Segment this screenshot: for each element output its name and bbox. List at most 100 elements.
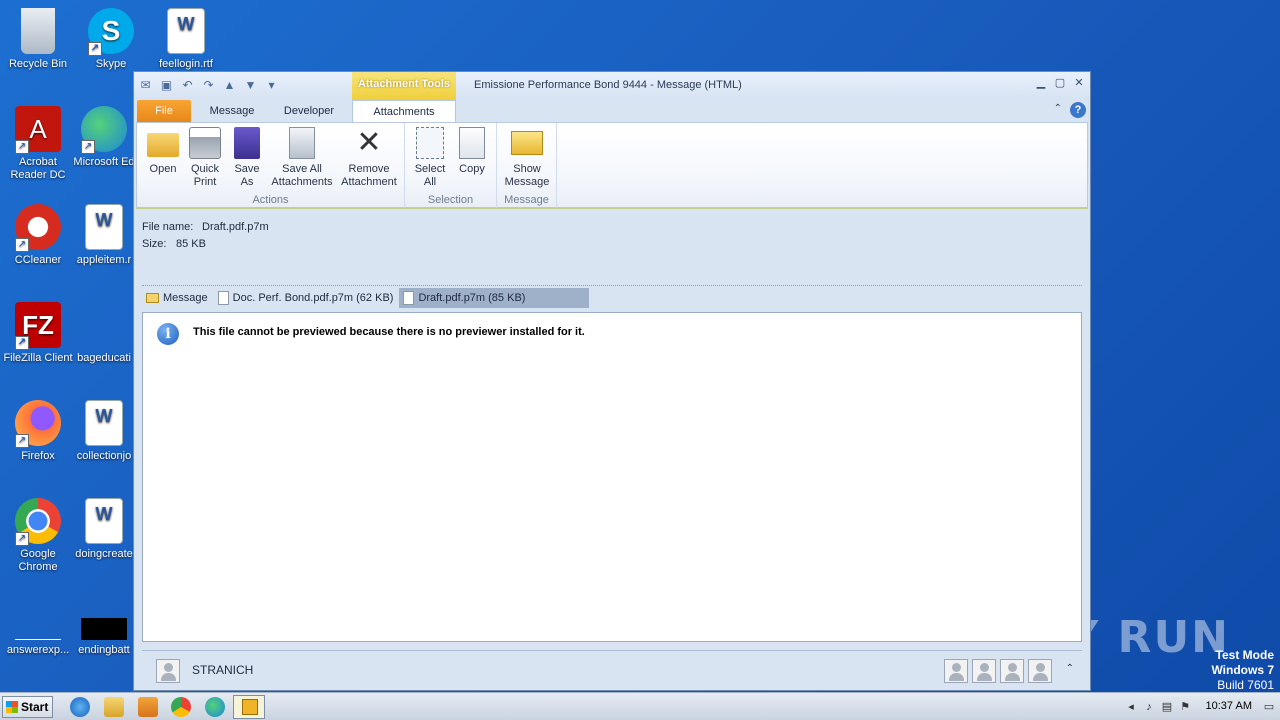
- word-document-icon: W: [85, 400, 123, 446]
- ribbon-group-selection: Select All Copy Selection: [405, 123, 497, 208]
- undo-icon[interactable]: ↶: [180, 78, 195, 93]
- outlook-envelope-icon[interactable]: ✉: [138, 78, 153, 93]
- desktop-icon-chrome[interactable]: ↗ Google Chrome: [0, 498, 76, 574]
- attachment-tab-doc-perf-bond[interactable]: Doc. Perf. Bond.pdf.p7m (62 KB): [214, 288, 400, 308]
- size-label: Size:: [142, 238, 167, 250]
- edge-icon: ↗: [81, 106, 127, 154]
- ccleaner-icon: ↗: [15, 204, 61, 252]
- desktop-icon-edge[interactable]: ↗ Microsoft Ed: [73, 106, 135, 169]
- show-hidden-icons-icon[interactable]: ◂: [1124, 700, 1138, 714]
- taskbar-outlook-button[interactable]: [233, 695, 265, 719]
- desktop-icon-endingbatt[interactable]: endingbatt: [73, 618, 135, 657]
- button-label: Quick: [190, 163, 220, 175]
- file-explorer-icon[interactable]: [104, 697, 124, 717]
- desktop-icon-firefox[interactable]: ↗ Firefox: [0, 400, 76, 463]
- sender-name[interactable]: STRANICH: [192, 663, 253, 677]
- redo-icon[interactable]: ↷: [201, 78, 216, 93]
- network-icon[interactable]: ▤: [1160, 700, 1174, 714]
- desktop-icon-label: feellogin.rtf: [159, 58, 213, 70]
- desktop-icon-label: Skype: [95, 58, 127, 70]
- recycle-bin-icon: [21, 8, 55, 54]
- minimize-icon[interactable]: ▁: [1034, 77, 1048, 89]
- desktop-icon-bageducati[interactable]: bageducati: [73, 302, 135, 365]
- help-icon[interactable]: ?: [1070, 102, 1086, 118]
- attachment-tab-message[interactable]: Message: [142, 288, 214, 308]
- save-as-button[interactable]: Save As: [227, 127, 267, 189]
- close-icon[interactable]: ✕: [1072, 77, 1086, 89]
- skype-icon: S ↗: [88, 8, 134, 56]
- tab-developer[interactable]: Developer: [274, 100, 344, 122]
- desktop-icon-label: answerexp...: [6, 644, 70, 656]
- select-all-button[interactable]: Select All: [409, 127, 451, 189]
- blank-file-icon: [15, 618, 61, 640]
- customize-toolbar-icon[interactable]: ▾: [264, 78, 279, 93]
- desktop-icon-acrobat[interactable]: A ↗ Acrobat Reader DC: [0, 106, 76, 182]
- edge-icon[interactable]: [205, 697, 225, 717]
- expand-people-pane-icon[interactable]: ⌃: [1066, 663, 1074, 674]
- desktop-icon-skype[interactable]: S ↗ Skype: [73, 8, 149, 71]
- volume-icon[interactable]: ♪: [1142, 700, 1156, 714]
- desktop-icon-ccleaner[interactable]: ↗ CCleaner: [0, 204, 76, 267]
- ribbon-tabs: File Message Developer Attachments: [134, 100, 1090, 122]
- show-desktop-icon[interactable]: ▭: [1262, 700, 1276, 714]
- os-line: Windows 7: [1211, 663, 1274, 677]
- save-icon[interactable]: ▣: [159, 78, 174, 93]
- avatar[interactable]: [1000, 659, 1024, 683]
- attachment-tab-draft[interactable]: Draft.pdf.p7m (85 KB): [399, 288, 590, 308]
- ribbon: Open Quick Print Save As Save All Attach…: [136, 122, 1088, 209]
- desktop-icon-label: appleitem.r: [76, 254, 132, 266]
- action-center-flag-icon[interactable]: ⚑: [1178, 700, 1192, 714]
- desktop-icon-feellogin[interactable]: W feellogin.rtf: [148, 8, 224, 71]
- show-message-button[interactable]: Show Message: [501, 127, 553, 189]
- attachment-preview-pane: i This file cannot be previewed because …: [142, 312, 1082, 642]
- quick-access-toolbar: ✉ ▣ ↶ ↷ ▲ ▼ ▾: [138, 78, 279, 93]
- down-arrow-icon[interactable]: ▼: [243, 78, 258, 93]
- maximize-icon[interactable]: ▢: [1053, 77, 1067, 89]
- button-label: Attachment: [341, 176, 397, 188]
- chrome-icon[interactable]: [171, 697, 191, 717]
- preview-message: This file cannot be previewed because th…: [193, 326, 585, 338]
- button-label: Attachments: [271, 176, 333, 188]
- desktop-icon-label: bageducati: [77, 352, 131, 364]
- avatar[interactable]: [944, 659, 968, 683]
- clock[interactable]: 10:37 AM: [1206, 700, 1252, 712]
- media-player-icon[interactable]: [138, 697, 158, 717]
- start-button[interactable]: Start: [2, 696, 53, 718]
- window-controls: ▁ ▢ ✕: [1034, 77, 1086, 89]
- desktop-icon-filezilla[interactable]: FZ ↗ FileZilla Client: [0, 302, 76, 365]
- open-button[interactable]: Open: [143, 127, 183, 176]
- avatar[interactable]: [156, 659, 180, 683]
- avatar[interactable]: [1028, 659, 1052, 683]
- attachment-tools-group: Attachment Tools: [352, 72, 456, 100]
- printer-icon: [189, 127, 221, 159]
- desktop-icon-doingcreate[interactable]: W doingcreate: [73, 498, 135, 561]
- desktop-icon-recycle-bin[interactable]: Recycle Bin: [0, 8, 76, 71]
- desktop-icon-label: Microsoft Ed: [73, 156, 135, 168]
- quick-print-button[interactable]: Quick Print: [185, 127, 225, 189]
- save-all-attachments-button[interactable]: Save All Attachments: [267, 127, 337, 189]
- minimize-ribbon-icon[interactable]: ⌃: [1054, 103, 1062, 114]
- button-label: All: [423, 176, 437, 188]
- title-bar: ✉ ▣ ↶ ↷ ▲ ▼ ▾ Attachment Tools Emissione…: [134, 72, 1090, 100]
- desktop-icon-answerexp[interactable]: answerexp...: [0, 618, 76, 657]
- copy-button[interactable]: Copy: [451, 127, 493, 176]
- button-label: Remove: [348, 163, 390, 175]
- desktop-icon-collectionjo[interactable]: W collectionjo: [73, 400, 135, 463]
- avatar[interactable]: [972, 659, 996, 683]
- remove-attachment-button[interactable]: ✕ Remove Attachment: [335, 127, 403, 189]
- attachment-tabs: Message Doc. Perf. Bond.pdf.p7m (62 KB) …: [142, 288, 590, 308]
- tab-file[interactable]: File: [137, 100, 191, 122]
- select-all-icon: [416, 127, 444, 159]
- folder-open-icon: [147, 133, 179, 157]
- button-label: Select: [414, 163, 446, 175]
- internet-explorer-icon[interactable]: [70, 697, 90, 717]
- word-document-icon: W: [167, 8, 205, 54]
- up-arrow-icon[interactable]: ▲: [222, 78, 237, 93]
- test-mode-notice: Test Mode Windows 7 Build 7601: [1211, 648, 1274, 693]
- desktop-icon-appleitem[interactable]: W appleitem.r: [73, 204, 135, 267]
- button-label: Print: [193, 176, 217, 188]
- tab-message[interactable]: Message: [200, 100, 264, 122]
- tab-attachments[interactable]: Attachments: [352, 100, 456, 122]
- size-value: 85 KB: [176, 238, 206, 250]
- document-icon: [217, 291, 229, 305]
